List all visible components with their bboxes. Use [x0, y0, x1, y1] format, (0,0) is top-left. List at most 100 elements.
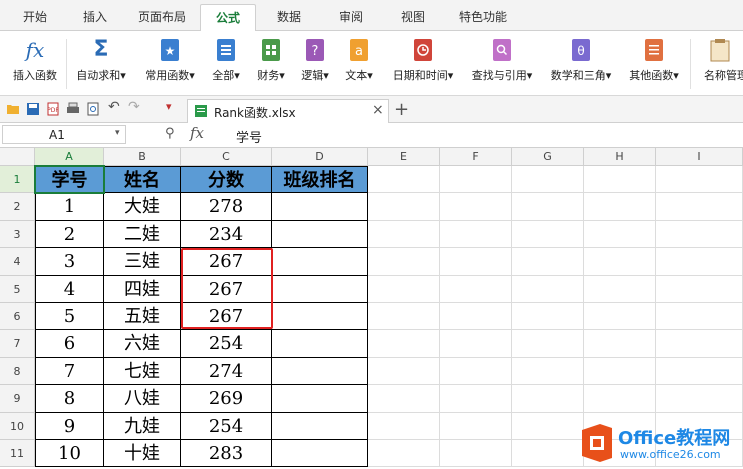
empty-cell[interactable] — [512, 412, 584, 440]
row-header[interactable]: 10 — [0, 412, 35, 440]
table-cell[interactable]: 九娃 — [104, 412, 181, 440]
table-cell[interactable] — [272, 303, 368, 331]
table-cell[interactable] — [272, 412, 368, 440]
table-cell[interactable] — [272, 357, 368, 386]
column-header-h[interactable]: H — [584, 148, 656, 166]
table-cell[interactable] — [272, 330, 368, 358]
table-cell[interactable]: 六娃 — [104, 330, 181, 358]
row-header[interactable]: 6 — [0, 303, 35, 331]
table-cell[interactable]: 254 — [181, 412, 272, 440]
open-folder-icon[interactable] — [6, 102, 20, 116]
empty-cell[interactable] — [440, 440, 512, 468]
insert-function-button[interactable]: fx 插入函数 — [6, 35, 64, 91]
table-cell[interactable]: 10 — [35, 440, 104, 468]
print-preview-icon[interactable] — [86, 102, 100, 116]
formula-input[interactable]: 学号 — [236, 127, 262, 146]
tab-data[interactable]: 数据 — [264, 4, 314, 30]
empty-cell[interactable] — [656, 275, 743, 303]
column-header-c[interactable]: C — [181, 148, 272, 166]
empty-cell[interactable] — [512, 248, 584, 276]
name-manager-button[interactable]: 名称管理 — [694, 35, 743, 91]
empty-cell[interactable] — [368, 412, 440, 440]
table-cell[interactable]: 2 — [35, 220, 104, 249]
lookup-reference-button[interactable]: 查找与引用▾ — [464, 35, 540, 91]
empty-cell[interactable] — [368, 357, 440, 386]
empty-cell[interactable] — [368, 440, 440, 468]
tab-review[interactable]: 审阅 — [326, 4, 376, 30]
save-icon[interactable] — [26, 102, 40, 116]
column-header-f[interactable]: F — [440, 148, 512, 166]
logical-button[interactable]: ? 逻辑▾ — [294, 35, 336, 91]
row-header[interactable]: 2 — [0, 193, 35, 221]
table-cell[interactable]: 7 — [35, 357, 104, 386]
table-cell[interactable]: 283 — [181, 440, 272, 468]
empty-cell[interactable] — [584, 220, 656, 249]
empty-cell[interactable] — [584, 193, 656, 221]
column-header-a[interactable]: A — [35, 148, 104, 166]
table-cell[interactable]: 三娃 — [104, 248, 181, 276]
date-time-button[interactable]: 日期和时间▾ — [384, 35, 462, 91]
empty-cell[interactable] — [440, 385, 512, 413]
column-header-e[interactable]: E — [368, 148, 440, 166]
row-header[interactable]: 4 — [0, 248, 35, 276]
table-cell[interactable] — [272, 385, 368, 413]
table-cell[interactable] — [272, 248, 368, 276]
table-cell[interactable]: 6 — [35, 330, 104, 358]
empty-cell[interactable] — [512, 357, 584, 386]
row-header[interactable]: 11 — [0, 440, 35, 468]
table-cell[interactable]: 十娃 — [104, 440, 181, 468]
row-header[interactable]: 7 — [0, 330, 35, 358]
empty-cell[interactable] — [584, 303, 656, 331]
new-tab-icon[interactable]: + — [394, 99, 409, 120]
empty-cell[interactable] — [584, 330, 656, 358]
finance-button[interactable]: 财务▾ — [250, 35, 292, 91]
customize-toolbar-icon[interactable]: ▾ — [166, 100, 180, 114]
close-tab-icon[interactable]: × — [372, 102, 384, 118]
empty-cell[interactable] — [656, 193, 743, 221]
text-button[interactable]: a 文本▾ — [338, 35, 380, 91]
table-cell[interactable] — [272, 193, 368, 221]
empty-cell[interactable] — [368, 330, 440, 358]
empty-cell[interactable] — [368, 303, 440, 331]
empty-cell[interactable] — [440, 357, 512, 386]
tab-view[interactable]: 视图 — [388, 4, 438, 30]
empty-cell[interactable] — [440, 303, 512, 331]
table-cell[interactable] — [272, 440, 368, 468]
column-header-d[interactable]: D — [272, 148, 368, 166]
table-cell[interactable]: 5 — [35, 303, 104, 331]
empty-cell[interactable] — [656, 385, 743, 413]
table-header-cell[interactable]: 班级排名 — [272, 166, 368, 194]
empty-cell[interactable] — [512, 303, 584, 331]
row-header[interactable]: 1 — [0, 166, 35, 194]
table-cell[interactable]: 二娃 — [104, 220, 181, 249]
table-cell[interactable]: 五娃 — [104, 303, 181, 331]
table-cell[interactable]: 278 — [181, 193, 272, 221]
tab-home[interactable]: 开始 — [10, 4, 60, 30]
empty-cell[interactable] — [368, 220, 440, 249]
column-header-i[interactable]: I — [656, 148, 743, 166]
table-cell[interactable]: 八娃 — [104, 385, 181, 413]
empty-cell[interactable] — [512, 385, 584, 413]
empty-cell[interactable] — [440, 330, 512, 358]
empty-cell[interactable] — [656, 330, 743, 358]
empty-cell[interactable] — [440, 412, 512, 440]
table-cell[interactable]: 4 — [35, 275, 104, 303]
empty-cell[interactable] — [584, 248, 656, 276]
row-header[interactable]: 8 — [0, 357, 35, 386]
table-cell[interactable] — [272, 220, 368, 249]
tab-insert[interactable]: 插入 — [70, 4, 120, 30]
empty-cell[interactable] — [440, 275, 512, 303]
row-header[interactable]: 3 — [0, 220, 35, 249]
column-header-g[interactable]: G — [512, 148, 584, 166]
tab-page-layout[interactable]: 页面布局 — [128, 4, 196, 30]
empty-cell[interactable] — [368, 275, 440, 303]
table-cell[interactable]: 大娃 — [104, 193, 181, 221]
zoom-search-icon[interactable]: ⚲ — [165, 126, 175, 141]
table-cell[interactable]: 1 — [35, 193, 104, 221]
table-cell[interactable]: 9 — [35, 412, 104, 440]
common-functions-button[interactable]: ★ 常用函数▾ — [138, 35, 202, 91]
table-cell[interactable]: 274 — [181, 357, 272, 386]
empty-cell[interactable] — [584, 357, 656, 386]
empty-cell[interactable] — [440, 248, 512, 276]
column-header-b[interactable]: B — [104, 148, 181, 166]
